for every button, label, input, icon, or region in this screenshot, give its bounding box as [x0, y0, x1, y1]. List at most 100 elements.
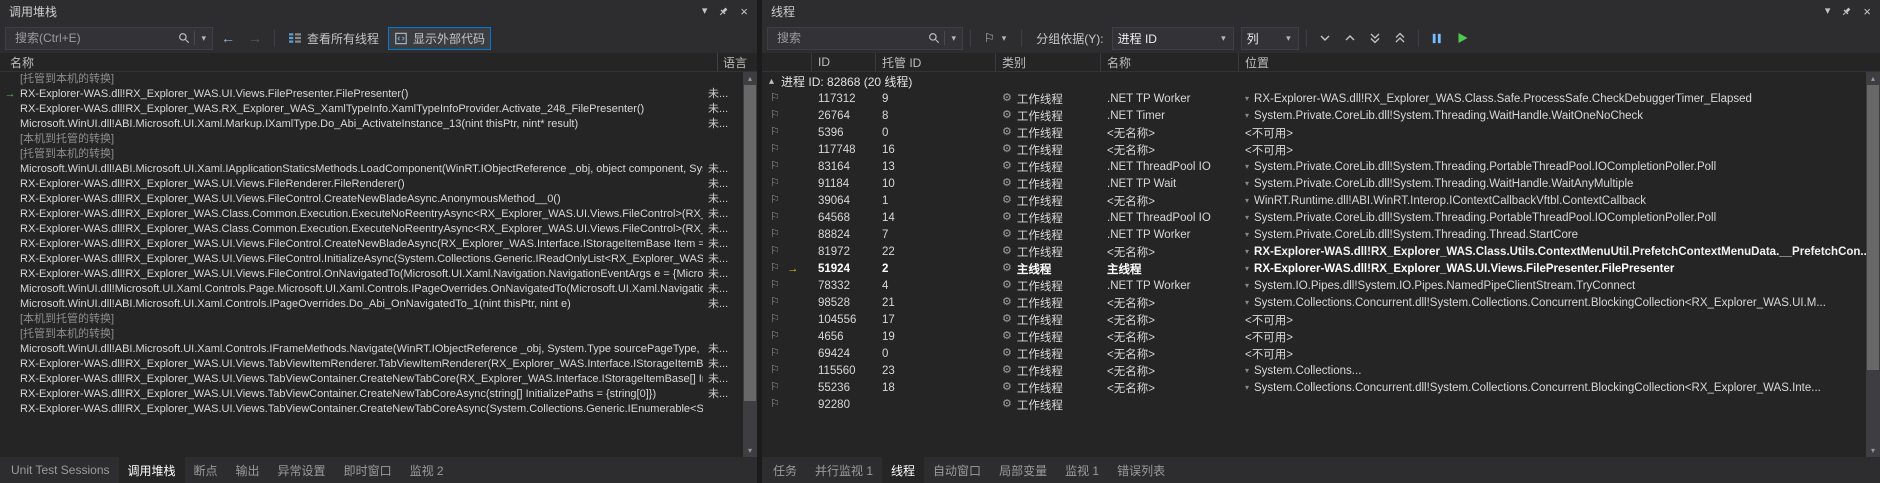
search-input[interactable] — [13, 30, 178, 46]
flag-icon[interactable]: ⚐ — [770, 263, 780, 274]
expand-stack-tip-icon[interactable]: ▾ — [1245, 265, 1249, 273]
thread-row[interactable]: ⚐92280⚙工作线程 — [762, 396, 1866, 413]
flag-icon[interactable]: ⚐ — [770, 161, 780, 172]
show-external-code-button[interactable]: 显示外部代码 — [388, 27, 491, 50]
search-icon[interactable] — [928, 32, 940, 44]
column-header-flag[interactable] — [762, 53, 812, 71]
bottom-tab[interactable]: 错误列表 — [1108, 457, 1174, 483]
column-header-name[interactable]: 名称 — [0, 53, 717, 71]
column-header-category[interactable]: 类别 — [996, 53, 1101, 71]
expand-stack-tip-icon[interactable]: ▾ — [1245, 95, 1249, 103]
thread-row[interactable]: ⚐465619⚙工作线程<无名称><不可用> — [762, 328, 1866, 345]
collapse-stacks-button[interactable] — [1339, 27, 1361, 49]
thread-row[interactable]: ⚐5523618⚙工作线程<无名称>▾System.Collections.Co… — [762, 379, 1866, 396]
thread-row[interactable]: ⚐10455617⚙工作线程<无名称><不可用> — [762, 311, 1866, 328]
expand-stack-tip-icon[interactable]: ▾ — [1245, 231, 1249, 239]
bottom-tab[interactable]: 任务 — [764, 457, 806, 483]
expand-stack-tip-icon[interactable]: ▾ — [1245, 248, 1249, 256]
bottom-tab[interactable]: 调用堆栈 — [119, 457, 185, 483]
call-stack-frame-row[interactable]: Microsoft.WinUI.dll!Microsoft.UI.Xaml.Co… — [0, 282, 743, 297]
collapse-group-icon[interactable]: ▴ — [769, 76, 774, 87]
expand-all-groups-button[interactable] — [1364, 27, 1386, 49]
call-stack-frame-row[interactable]: [托管到本机的转换] — [0, 72, 743, 87]
call-stack-frame-row[interactable]: RX-Explorer-WAS.dll!RX_Explorer_WAS.UI.V… — [0, 252, 743, 267]
call-stack-frame-row[interactable]: RX-Explorer-WAS.dll!RX_Explorer_WAS.UI.V… — [0, 267, 743, 282]
call-stack-frame-row[interactable]: RX-Explorer-WAS.dll!RX_Explorer_WAS.UI.V… — [0, 357, 743, 372]
expand-stack-tip-icon[interactable]: ▾ — [1245, 214, 1249, 222]
window-position-icon[interactable]: ▾ — [702, 6, 708, 17]
threads-scrollbar[interactable]: ▴ ▾ — [1866, 72, 1880, 457]
flag-icon[interactable]: ⚐ — [770, 399, 780, 410]
close-icon[interactable]: × — [740, 5, 748, 18]
flag-icon[interactable]: ⚐ — [770, 93, 780, 104]
flag-icon[interactable]: ⚐ — [770, 331, 780, 342]
bottom-tab[interactable]: 自动窗口 — [924, 457, 990, 483]
flag-icon[interactable]: ⚐ — [770, 382, 780, 393]
search-dropdown-icon[interactable]: ▾ — [949, 34, 958, 43]
flag-icon[interactable]: ⚐ — [770, 280, 780, 291]
thread-row[interactable]: ⚐6456814⚙工作线程.NET ThreadPool IO▾System.P… — [762, 209, 1866, 226]
scroll-down-icon[interactable]: ▾ — [1866, 444, 1880, 457]
column-header-managed-id[interactable]: 托管 ID — [876, 53, 996, 71]
thread-row[interactable]: ⚐→519242⚙主线程主线程▾RX-Explorer-WAS.dll!RX_E… — [762, 260, 1866, 277]
window-position-icon[interactable]: ▾ — [1825, 6, 1831, 17]
pin-icon[interactable] — [1841, 6, 1852, 17]
close-icon[interactable]: × — [1863, 5, 1871, 18]
thread-row[interactable]: ⚐1173129⚙工作线程.NET TP Worker▾RX-Explorer-… — [762, 90, 1866, 107]
thread-row[interactable]: ⚐267648⚙工作线程.NET Timer▾System.Private.Co… — [762, 107, 1866, 124]
flag-icon[interactable]: ⚐ — [770, 297, 780, 308]
expand-stack-tip-icon[interactable]: ▾ — [1245, 180, 1249, 188]
call-stack-frame-row[interactable]: RX-Explorer-WAS.dll!RX_Explorer_WAS.UI.V… — [0, 237, 743, 252]
thread-row[interactable]: ⚐783324⚙工作线程.NET TP Worker▾System.IO.Pip… — [762, 277, 1866, 294]
call-stack-frame-row[interactable]: [本机到托管的转换] — [0, 132, 743, 147]
call-stack-frame-row[interactable]: RX-Explorer-WAS.dll!RX_Explorer_WAS.UI.V… — [0, 402, 743, 417]
pin-icon[interactable] — [718, 6, 729, 17]
scroll-up-icon[interactable]: ▴ — [1866, 72, 1880, 85]
call-stack-frame-row[interactable]: →RX-Explorer-WAS.dll!RX_Explorer_WAS.UI.… — [0, 87, 743, 102]
bottom-tab[interactable]: 输出 — [227, 457, 269, 483]
search-dropdown-icon[interactable]: ▾ — [199, 34, 208, 43]
flag-icon[interactable]: ⚐ — [770, 110, 780, 121]
process-group-row[interactable]: ▴ 进程 ID: 82868 (20 线程) — [762, 72, 1866, 90]
scrollbar-thumb[interactable] — [1867, 85, 1879, 370]
columns-combo[interactable]: 列 ▾ — [1241, 27, 1299, 50]
call-stack-frame-row[interactable]: RX-Explorer-WAS.dll!RX_Explorer_WAS.UI.V… — [0, 192, 743, 207]
group-by-combo[interactable]: 进程 ID ▾ — [1112, 27, 1234, 50]
flag-icon[interactable]: ⚐ — [770, 178, 780, 189]
scroll-down-icon[interactable]: ▾ — [743, 444, 757, 457]
expand-stack-tip-icon[interactable]: ▾ — [1245, 282, 1249, 290]
call-stack-titlebar[interactable]: 调用堆栈 ▾ × — [0, 0, 757, 23]
continue-button[interactable] — [1451, 27, 1473, 49]
call-stack-frame-row[interactable]: [托管到本机的转换] — [0, 327, 743, 342]
column-header-name[interactable]: 名称 — [1101, 53, 1239, 71]
call-stack-frame-row[interactable]: Microsoft.WinUI.dll!ABI.Microsoft.UI.Xam… — [0, 297, 743, 312]
flag-filter-button[interactable]: ⚐ ▾ — [978, 27, 1014, 50]
flag-icon[interactable]: ⚐ — [770, 314, 780, 325]
threads-search[interactable]: ▾ — [767, 27, 963, 50]
scrollbar-thumb[interactable] — [744, 85, 756, 401]
flag-icon[interactable]: ⚐ — [770, 348, 780, 359]
call-stack-frame-row[interactable]: Microsoft.WinUI.dll!ABI.Microsoft.UI.Xam… — [0, 342, 743, 357]
search-input[interactable] — [775, 30, 928, 46]
break-all-button[interactable] — [1426, 27, 1448, 49]
expand-stack-tip-icon[interactable]: ▾ — [1245, 112, 1249, 120]
bottom-tab[interactable]: 异常设置 — [269, 457, 335, 483]
call-stack-frame-row[interactable]: RX-Explorer-WAS.dll!RX_Explorer_WAS.UI.V… — [0, 387, 743, 402]
thread-row[interactable]: ⚐8316413⚙工作线程.NET ThreadPool IO▾System.P… — [762, 158, 1866, 175]
expand-stack-tip-icon[interactable]: ▾ — [1245, 299, 1249, 307]
bottom-tab[interactable]: 线程 — [882, 457, 924, 483]
thread-row[interactable]: ⚐390641⚙工作线程<无名称>▾WinRT.Runtime.dll!ABI.… — [762, 192, 1866, 209]
bottom-tab[interactable]: 即时窗口 — [335, 457, 401, 483]
expand-stack-tip-icon[interactable]: ▾ — [1245, 163, 1249, 171]
column-header-location[interactable]: 位置 — [1239, 53, 1880, 71]
thread-row[interactable]: ⚐11774816⚙工作线程<无名称><不可用> — [762, 141, 1866, 158]
flag-icon[interactable]: ⚐ — [770, 365, 780, 376]
call-stack-frame-row[interactable]: RX-Explorer-WAS.dll!RX_Explorer_WAS.UI.V… — [0, 372, 743, 387]
call-stack-frame-row[interactable]: [托管到本机的转换] — [0, 147, 743, 162]
navigate-forward-button[interactable]: → — [243, 27, 267, 50]
flag-icon[interactable]: ⚐ — [770, 195, 780, 206]
navigate-backward-button[interactable]: ← — [216, 27, 240, 50]
thread-row[interactable]: ⚐888247⚙工作线程.NET TP Worker▾System.Privat… — [762, 226, 1866, 243]
threads-titlebar[interactable]: 线程 ▾ × — [762, 0, 1880, 23]
column-header-language[interactable]: 语言 — [717, 53, 757, 71]
